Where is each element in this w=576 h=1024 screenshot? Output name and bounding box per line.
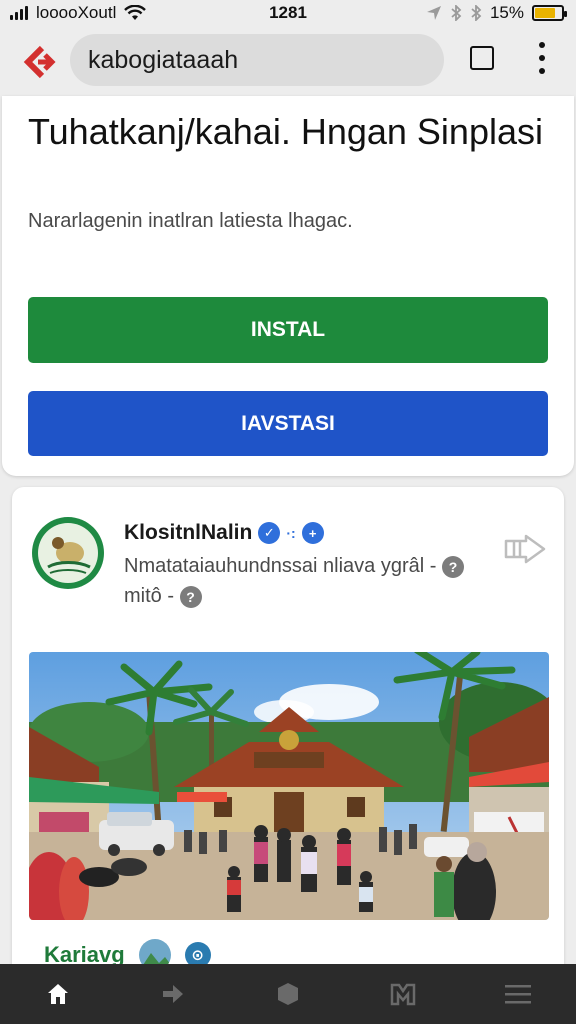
profile-description: Nmatataiauhundnssai nliava ygrâl - ? mit… [124, 551, 484, 611]
status-right: 15% [426, 3, 567, 23]
nav-forward[interactable] [115, 964, 230, 1024]
post-card: KlositnlNalin ✓ ·: + Nmatataiauhundnssai… [12, 487, 564, 1024]
post-photo[interactable] [29, 652, 549, 920]
menu-icon [505, 985, 532, 1004]
install-button[interactable]: INSTAL [28, 297, 548, 363]
avatar-logo-icon [38, 523, 98, 583]
profile-name-text: KlositnlNalin [124, 521, 253, 544]
dots-separator: ·: [286, 525, 296, 541]
page-title: Tuhatkanj/kahai. Hngan Sinplasi [28, 111, 543, 152]
nav-home[interactable] [0, 964, 115, 1024]
plus-badge-icon: + [301, 522, 324, 544]
back-logo-icon[interactable] [22, 44, 58, 80]
cube-icon [278, 983, 298, 1005]
bookmark-icon [390, 983, 416, 1006]
tabs-icon[interactable] [470, 46, 494, 70]
help-icon[interactable]: ? [441, 555, 464, 578]
install-secondary-button[interactable]: IAVSTASI [28, 391, 548, 456]
nav-bookmark[interactable] [346, 964, 461, 1024]
share-icon[interactable] [502, 533, 548, 565]
url-field[interactable]: kabogiataaah [70, 34, 444, 86]
battery-icon [532, 5, 567, 21]
nav-menu[interactable] [461, 964, 576, 1024]
help-icon-2[interactable]: ? [179, 585, 202, 608]
bottom-navigation [0, 964, 576, 1024]
battery-percent: 15% [489, 3, 524, 22]
village-scene-image [29, 652, 549, 920]
profile-name[interactable]: KlositnlNalin ✓ ·: + [124, 521, 324, 545]
description-line1: Nmatataiauhundnssai nliava ygrâl - [124, 555, 437, 577]
verified-badge-icon: ✓ [258, 522, 281, 544]
avatar[interactable] [32, 517, 104, 589]
install-secondary-label: IAVSTASI [241, 411, 335, 435]
navigation-arrow-icon [426, 6, 441, 20]
url-text: kabogiataaah [88, 45, 239, 74]
status-bar: looooXoutl 1281 15% [0, 0, 576, 26]
description-line2: mitô - [124, 585, 174, 607]
browser-toolbar: kabogiataaah [0, 26, 576, 96]
more-vert-icon[interactable] [536, 42, 548, 74]
install-card: Tuhatkanj/kahai. Hngan Sinplasi Nararlag… [2, 96, 574, 476]
battery-fill [535, 8, 555, 18]
nav-cube[interactable] [230, 964, 345, 1024]
bluetooth-icon-2 [471, 5, 482, 21]
page-subtitle: Nararlagenin inatlran latiesta lhagac. [28, 210, 353, 232]
install-button-label: INSTAL [250, 318, 326, 341]
bluetooth-icon [451, 5, 462, 21]
forward-icon [162, 985, 183, 1003]
home-icon [47, 984, 68, 1004]
